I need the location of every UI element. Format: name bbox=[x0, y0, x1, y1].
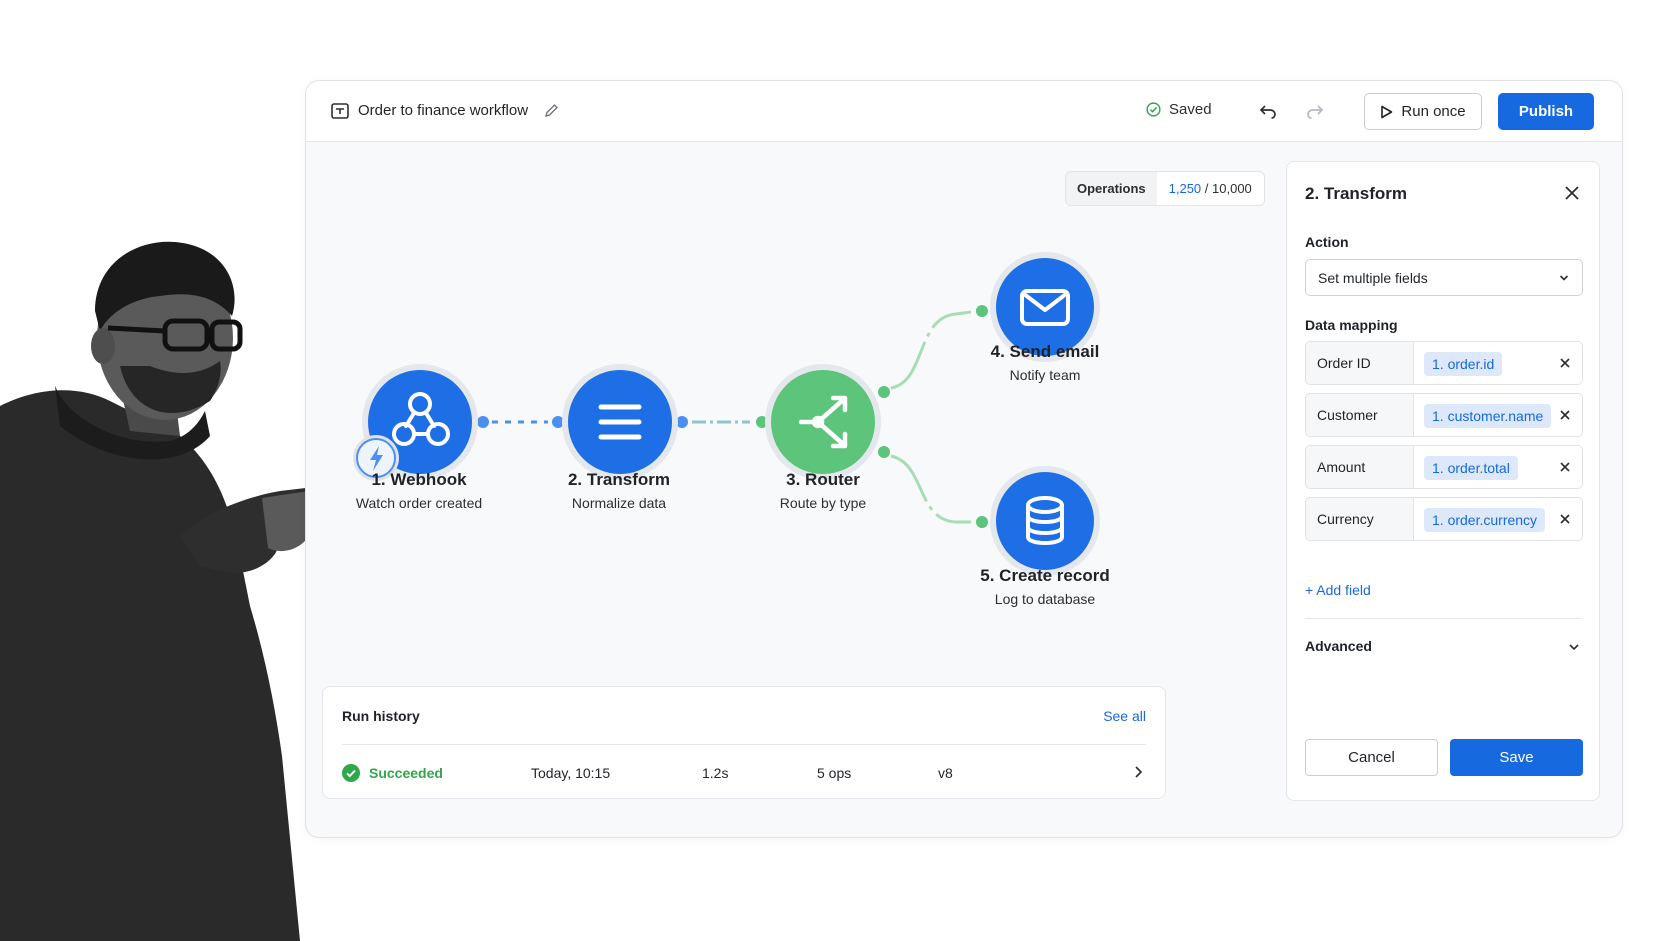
node-transform[interactable] bbox=[562, 364, 678, 480]
save-status: Saved bbox=[1146, 101, 1212, 118]
mapping-key: Order ID bbox=[1306, 342, 1414, 384]
saved-label: Saved bbox=[1169, 101, 1212, 118]
workflow-icon bbox=[331, 103, 349, 119]
run-ops: 5 ops bbox=[817, 765, 852, 781]
node-title-send-email: 4. Send email bbox=[990, 342, 1100, 361]
mapping-row: Order ID 1. order.id bbox=[1305, 341, 1583, 385]
advanced-section-toggle[interactable]: Advanced bbox=[1305, 638, 1372, 654]
node-router[interactable] bbox=[765, 364, 881, 480]
check-circle-icon bbox=[1146, 102, 1161, 117]
node-title-transform: 2. Transform bbox=[567, 470, 671, 489]
node-settings-panel: 2. Transform Action Set multiple fields … bbox=[1286, 161, 1600, 801]
action-select[interactable]: Set multiple fields bbox=[1305, 259, 1583, 296]
close-icon[interactable] bbox=[1563, 184, 1581, 202]
remove-icon[interactable] bbox=[1559, 357, 1571, 369]
save-button[interactable]: Save bbox=[1450, 739, 1583, 776]
run-once-button[interactable]: Run once bbox=[1364, 93, 1482, 130]
mapping-key: Customer bbox=[1306, 394, 1414, 436]
remove-icon[interactable] bbox=[1559, 461, 1571, 473]
run-duration: 1.2s bbox=[702, 765, 729, 781]
add-field-button[interactable]: + Add field bbox=[1305, 582, 1371, 598]
node-create-record[interactable] bbox=[990, 466, 1100, 576]
node-subtitle-create-record: Log to database bbox=[994, 591, 1096, 607]
node-subtitle-send-email: Notify team bbox=[1009, 367, 1081, 383]
success-check-icon bbox=[342, 764, 360, 782]
table-row[interactable]: Succeeded Today, 10:15 1.2s 5 ops v8 bbox=[342, 745, 1146, 799]
undo-icon[interactable] bbox=[1258, 101, 1278, 121]
workflow-editor-window: Order to finance workflow Saved Run once… bbox=[305, 80, 1623, 838]
see-all-link[interactable]: See all bbox=[1103, 708, 1146, 724]
chevron-right-icon[interactable] bbox=[1130, 764, 1146, 780]
run-version: v8 bbox=[938, 765, 953, 781]
mapping-key: Currency bbox=[1306, 498, 1414, 540]
node-subtitle-transform: Normalize data bbox=[571, 495, 667, 511]
chevron-down-icon bbox=[1559, 275, 1569, 281]
workflow-title[interactable]: Order to finance workflow bbox=[358, 102, 528, 119]
node-title-webhook: 1. Webhook bbox=[371, 470, 467, 489]
node-title-create-record: 5. Create record bbox=[980, 566, 1110, 585]
chevron-down-icon[interactable] bbox=[1567, 640, 1581, 654]
stage: Order to finance workflow Saved Run once… bbox=[0, 0, 1672, 941]
pencil-icon[interactable] bbox=[544, 103, 559, 118]
remove-icon[interactable] bbox=[1559, 409, 1571, 421]
node-webhook[interactable] bbox=[353, 364, 478, 481]
divider bbox=[1305, 618, 1581, 619]
play-icon bbox=[1381, 105, 1393, 118]
run-once-label: Run once bbox=[1401, 103, 1466, 120]
mapping-value-chip[interactable]: 1. order.id bbox=[1424, 352, 1503, 376]
node-title-router: 3. Router bbox=[786, 470, 860, 489]
connector-transform-router bbox=[676, 416, 768, 428]
mapping-key: Amount bbox=[1306, 446, 1414, 488]
mapping-value-chip[interactable]: 1. customer.name bbox=[1424, 404, 1552, 428]
mapping-value-chip[interactable]: 1. order.currency bbox=[1424, 508, 1546, 532]
mapping-row: Customer 1. customer.name bbox=[1305, 393, 1583, 437]
mapping-value-chip[interactable]: 1. order.total bbox=[1424, 456, 1518, 480]
action-select-value: Set multiple fields bbox=[1318, 269, 1428, 286]
mapping-row: Amount 1. order.total bbox=[1305, 445, 1583, 489]
action-label: Action bbox=[1305, 234, 1349, 250]
remove-icon[interactable] bbox=[1559, 513, 1571, 525]
data-mapping-label: Data mapping bbox=[1305, 317, 1398, 333]
run-status: Succeeded bbox=[342, 764, 443, 782]
node-subtitle-router: Route by type bbox=[779, 495, 867, 511]
top-bar: Order to finance workflow Saved Run once… bbox=[306, 81, 1622, 142]
run-status-label: Succeeded bbox=[369, 765, 443, 781]
run-history-title: Run history bbox=[342, 708, 420, 724]
publish-button[interactable]: Publish bbox=[1498, 93, 1594, 130]
redo-icon[interactable] bbox=[1305, 101, 1325, 121]
node-subtitle-webhook: Watch order created bbox=[355, 495, 483, 511]
run-time: Today, 10:15 bbox=[531, 765, 611, 781]
connector-webhook-transform bbox=[477, 416, 564, 428]
cancel-button[interactable]: Cancel bbox=[1305, 739, 1438, 776]
operations-limit: 10,000 bbox=[1212, 181, 1252, 196]
mapping-row: Currency 1. order.currency bbox=[1305, 497, 1583, 541]
panel-title: 2. Transform bbox=[1305, 184, 1408, 203]
run-history-card: Run history See all Succeeded Today, 10:… bbox=[322, 686, 1166, 799]
